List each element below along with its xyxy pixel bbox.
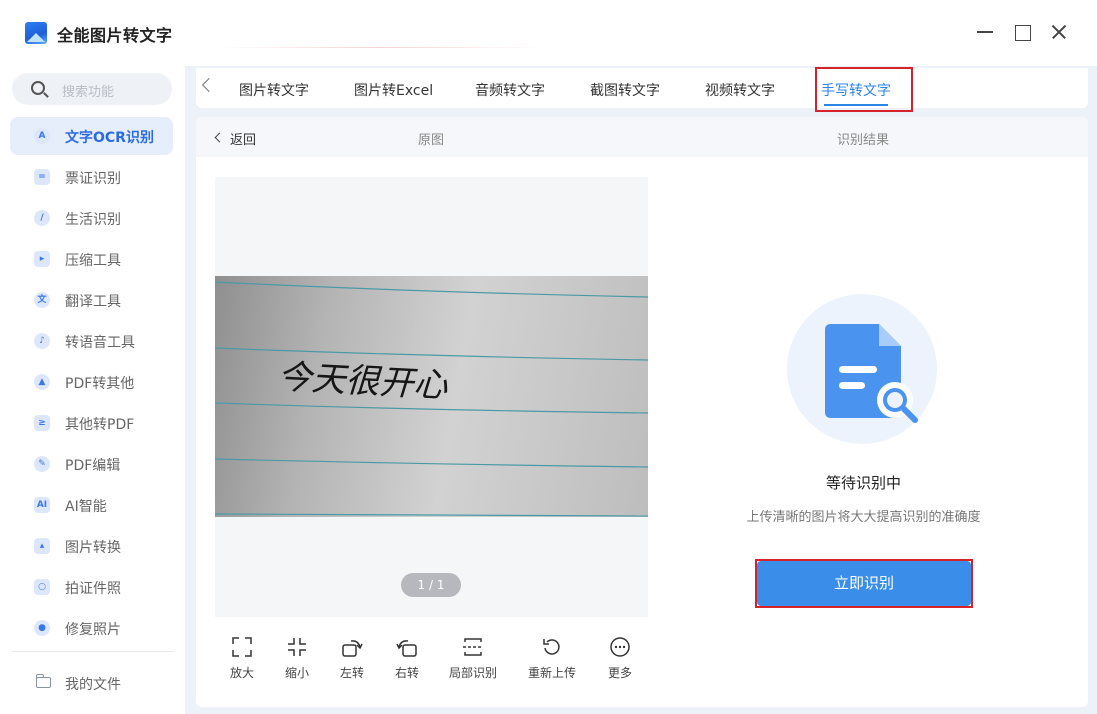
sidebar-item-life[interactable]: / 生活识别 <box>10 199 173 237</box>
edit-icon: ✎ <box>34 456 50 472</box>
back-chevron-icon[interactable] <box>214 132 225 143</box>
tool-label: 局部识别 <box>448 666 497 680</box>
translate-icon: 文 <box>34 292 50 308</box>
sidebar-item-label: 票证识别 <box>65 171 121 187</box>
partial-recognize-button[interactable]: 局部识别 <box>443 636 503 684</box>
rotate-right-icon <box>396 640 417 657</box>
handwriting-text: 今天很开心 <box>277 357 450 406</box>
shrink-icon <box>288 638 306 656</box>
sidebar-item-label: 生活识别 <box>65 212 121 228</box>
tab-screenshot-to-text[interactable]: 截图转文字 <box>590 80 660 100</box>
life-icon: / <box>34 210 50 226</box>
ocr-icon: A <box>34 128 50 144</box>
sidebar-item-image-convert[interactable]: ▴ 图片转换 <box>10 527 173 565</box>
tool-label: 重新上传 <box>527 666 576 680</box>
ai-icon: AI <box>34 497 50 513</box>
handwriting-photo: 今天很开心 <box>215 276 648 517</box>
sidebar-item-ticket[interactable]: = 票证识别 <box>10 158 173 196</box>
rotate-left-button[interactable]: 左转 <box>322 636 382 684</box>
tab-image-to-excel[interactable]: 图片转Excel <box>354 80 433 100</box>
sidebar-item-other-to-pdf[interactable]: ≥ 其他转PDF <box>10 404 173 442</box>
zoom-in-button[interactable]: 放大 <box>212 636 272 684</box>
chevron-left-icon[interactable] <box>201 77 217 93</box>
title-bar: 全能图片转文字 <box>0 0 1097 66</box>
panel-header: 返回 原图 识别结果 <box>196 117 1088 157</box>
sidebar-item-label: 拍证件照 <box>65 581 121 597</box>
page-indicator: 1 / 1 <box>401 573 461 597</box>
sidebar-item-label: 压缩工具 <box>65 253 121 269</box>
active-tab-indicator <box>824 104 888 106</box>
tool-label: 放大 <box>229 666 254 680</box>
more-icon <box>610 637 630 657</box>
search-input[interactable]: 搜索功能 <box>12 73 172 105</box>
document-search-icon <box>825 324 918 423</box>
tool-label: 缩小 <box>284 666 309 680</box>
image-icon: ▴ <box>34 538 50 554</box>
compress-icon: ▸ <box>34 251 50 267</box>
tab-video-to-text[interactable]: 视频转文字 <box>705 80 775 100</box>
waiting-illustration <box>787 294 937 444</box>
close-icon[interactable] <box>1047 20 1071 44</box>
sidebar-item-translate[interactable]: 文 翻译工具 <box>10 281 173 319</box>
tab-handwriting-to-text[interactable]: 手写转文字 <box>821 80 891 100</box>
sidebar-item-label: 图片转换 <box>65 540 121 556</box>
tab-image-to-text[interactable]: 图片转文字 <box>239 80 309 100</box>
sidebar: 搜索功能 A 文字OCR识别 = 票证识别 / 生活识别 ▸ 压缩工具 文 翻译… <box>0 66 185 714</box>
app-logo-icon <box>25 22 47 44</box>
sidebar-item-label: AI智能 <box>65 499 107 515</box>
app-title: 全能图片转文字 <box>57 26 173 45</box>
zoom-out-button[interactable]: 缩小 <box>267 636 327 684</box>
sidebar-item-pdf-edit[interactable]: ✎ PDF编辑 <box>10 445 173 483</box>
back-button[interactable]: 返回 <box>230 129 256 148</box>
camera-icon: ○ <box>34 579 50 595</box>
sidebar-item-ocr[interactable]: A 文字OCR识别 <box>10 117 173 155</box>
sidebar-item-compress[interactable]: ▸ 压缩工具 <box>10 240 173 278</box>
tab-bar: 图片转文字 图片转Excel 音频转文字 截图转文字 视频转文字 手写转文字 <box>196 68 1088 108</box>
sidebar-item-label: 翻译工具 <box>65 294 121 310</box>
rotate-left-icon <box>342 640 363 657</box>
sidebar-item-label: 其他转PDF <box>65 417 135 433</box>
person-icon: ● <box>34 620 50 636</box>
original-header: 原图 <box>418 133 445 148</box>
tool-label: 左转 <box>339 666 364 680</box>
search-placeholder: 搜索功能 <box>62 85 115 100</box>
sidebar-item-label: 文字OCR识别 <box>65 130 154 146</box>
title-divider <box>218 47 543 48</box>
tab-audio-to-text[interactable]: 音频转文字 <box>475 80 545 100</box>
more-button[interactable]: 更多 <box>590 636 650 684</box>
recognize-now-button[interactable]: 立即识别 <box>757 561 971 606</box>
hint-text: 上传清晰的图片将大大提高识别的准确度 <box>746 510 981 525</box>
sidebar-item-label: 修复照片 <box>65 622 121 638</box>
pdf-icon: ▲ <box>34 374 50 390</box>
sidebar-item-label: 转语音工具 <box>65 335 135 351</box>
status-text: 等待识别中 <box>825 474 901 492</box>
sidebar-divider <box>12 651 174 652</box>
notebook-lines: 今天很开心 <box>215 281 648 517</box>
sidebar-item-repair-photo[interactable]: ● 修复照片 <box>10 609 173 647</box>
sidebar-item-ai[interactable]: AI AI智能 <box>10 486 173 524</box>
search-icon <box>31 81 45 95</box>
sidebar-item-pdf-to-other[interactable]: ▲ PDF转其他 <box>10 363 173 401</box>
expand-icon <box>232 637 252 657</box>
sidebar-item-tts[interactable]: ♪ 转语音工具 <box>10 322 173 360</box>
sidebar-item-label: PDF转其他 <box>65 376 135 392</box>
crop-icon <box>463 638 483 656</box>
convert-icon: ≥ <box>34 415 50 431</box>
tool-label: 右转 <box>394 666 419 680</box>
folder-icon <box>35 674 51 688</box>
sidebar-item-label: PDF编辑 <box>65 458 121 474</box>
maximize-icon[interactable] <box>1010 20 1034 44</box>
music-icon: ♪ <box>34 333 50 349</box>
ticket-icon: = <box>34 169 50 185</box>
rotate-right-button[interactable]: 右转 <box>377 636 437 684</box>
reupload-button[interactable]: 重新上传 <box>522 636 582 684</box>
result-header: 识别结果 <box>837 133 890 148</box>
minimize-icon[interactable] <box>974 20 998 44</box>
tool-label: 更多 <box>607 666 632 680</box>
image-preview[interactable]: 今天很开心 1 / 1 <box>215 177 648 617</box>
reupload-icon <box>543 639 560 655</box>
my-files-link[interactable]: 我的文件 <box>65 674 121 694</box>
sidebar-item-id-photo[interactable]: ○ 拍证件照 <box>10 568 173 606</box>
